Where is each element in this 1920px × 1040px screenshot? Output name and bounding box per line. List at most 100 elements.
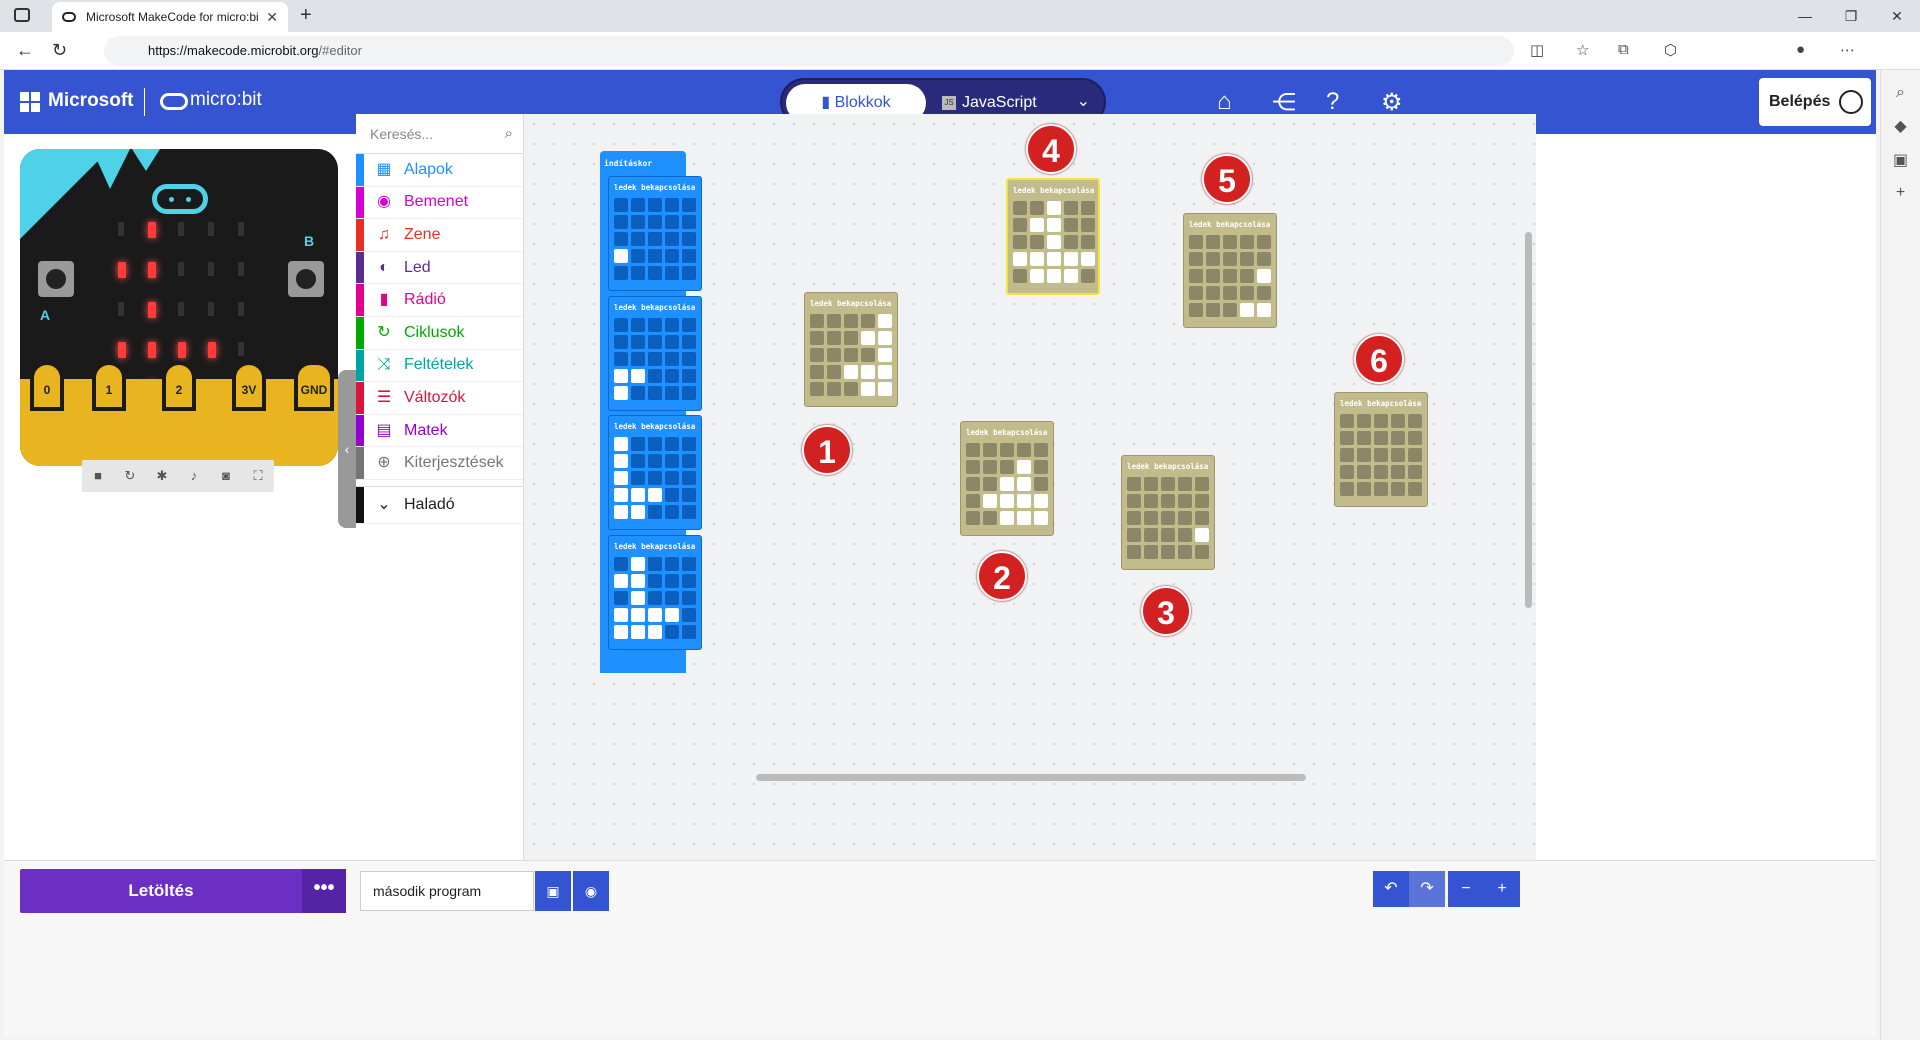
led-cell[interactable]: [1408, 448, 1422, 462]
led-cell[interactable]: [1127, 545, 1141, 559]
undo-icon[interactable]: ↶: [1373, 871, 1409, 907]
led-cell[interactable]: [682, 625, 696, 639]
screenshot-icon[interactable]: ◙: [210, 460, 242, 492]
restart-icon[interactable]: ↻: [114, 460, 146, 492]
led-cell[interactable]: [1178, 511, 1192, 525]
led-cell[interactable]: [665, 471, 679, 485]
led-cell[interactable]: [631, 574, 645, 588]
shopping-icon[interactable]: ◆: [1881, 116, 1920, 136]
window-close-icon[interactable]: ✕: [1874, 0, 1920, 32]
led-cell[interactable]: [631, 249, 645, 263]
led-cell[interactable]: [1013, 201, 1027, 215]
stacked-led-block[interactable]: ledek bekapcsolása: [608, 415, 702, 530]
led-cell[interactable]: [1034, 443, 1048, 457]
led-cell[interactable]: [614, 591, 628, 605]
led-cell[interactable]: [614, 488, 628, 502]
led-cell[interactable]: [614, 437, 628, 451]
led-cell[interactable]: [966, 460, 980, 474]
led-cell[interactable]: [1257, 269, 1271, 283]
led-cell[interactable]: [827, 382, 841, 396]
blocks-workspace[interactable]: indításkor ledek bekapcsolása ledek bekap…: [524, 114, 1536, 860]
pin-gnd[interactable]: GND: [294, 361, 334, 411]
led-cell[interactable]: [1030, 201, 1044, 215]
led-cell[interactable]: [1144, 494, 1158, 508]
led-cell[interactable]: [1178, 528, 1192, 542]
led-cell[interactable]: [1257, 286, 1271, 300]
led-cell[interactable]: [1127, 494, 1141, 508]
led-cell[interactable]: [1047, 201, 1061, 215]
tab-actions-icon[interactable]: [14, 8, 30, 22]
led-cell[interactable]: [1144, 545, 1158, 559]
led-cell[interactable]: [1240, 235, 1254, 249]
led-cell[interactable]: [1408, 482, 1422, 496]
led-cell[interactable]: [614, 318, 628, 332]
vertical-scrollbar[interactable]: [1525, 232, 1532, 608]
search-sidebar-icon[interactable]: ⌕: [1881, 84, 1920, 102]
led-cell[interactable]: [827, 348, 841, 362]
led-cell[interactable]: [1000, 494, 1014, 508]
led-cell[interactable]: [614, 557, 628, 571]
led-cell[interactable]: [1017, 511, 1031, 525]
category-8[interactable]: ▤ Matek: [356, 414, 523, 448]
category-7[interactable]: ☰ Változók: [356, 382, 523, 415]
led-cell[interactable]: [631, 454, 645, 468]
stop-icon[interactable]: ■: [82, 460, 114, 492]
led-cell[interactable]: [648, 249, 662, 263]
fullscreen-icon[interactable]: ⛶: [242, 460, 274, 492]
led-cell[interactable]: [1064, 201, 1078, 215]
pin-2[interactable]: 2: [162, 361, 196, 411]
led-cell[interactable]: [983, 477, 997, 491]
led-cell[interactable]: [810, 365, 824, 379]
led-cell[interactable]: [1047, 269, 1061, 283]
led-cell[interactable]: [648, 591, 662, 605]
stacked-led-block[interactable]: ledek bekapcsolása: [608, 535, 702, 650]
led-cell[interactable]: [1391, 431, 1405, 445]
refresh-icon[interactable]: ↻: [52, 40, 67, 61]
loose-led-block-6[interactable]: ledek bekapcsolása: [1334, 392, 1428, 507]
led-cell[interactable]: [1189, 286, 1203, 300]
led-cell[interactable]: [1017, 477, 1031, 491]
led-cell[interactable]: [1034, 477, 1048, 491]
led-cell[interactable]: [665, 369, 679, 383]
led-cell[interactable]: [631, 505, 645, 519]
url-field[interactable]: https://makecode.microbit.org/#editor: [104, 36, 1514, 66]
github-icon[interactable]: ◉: [573, 871, 609, 911]
led-cell[interactable]: [1374, 465, 1388, 479]
profile-icon[interactable]: ●: [1796, 41, 1805, 58]
led-cell[interactable]: [1013, 269, 1027, 283]
led-cell[interactable]: [861, 382, 875, 396]
led-cell[interactable]: [1144, 477, 1158, 491]
category-3[interactable]: ◐ Led: [356, 251, 523, 285]
led-cell[interactable]: [648, 352, 662, 366]
led-cell[interactable]: [1374, 482, 1388, 496]
led-cell[interactable]: [682, 471, 696, 485]
led-cell[interactable]: [1206, 303, 1220, 317]
led-cell[interactable]: [1064, 269, 1078, 283]
zoom-out-icon[interactable]: −: [1448, 871, 1484, 907]
led-cell[interactable]: [1357, 448, 1371, 462]
led-cell[interactable]: [648, 198, 662, 212]
led-cell[interactable]: [1064, 252, 1078, 266]
led-cell[interactable]: [1391, 465, 1405, 479]
led-cell[interactable]: [1030, 252, 1044, 266]
led-cell[interactable]: [614, 198, 628, 212]
led-cell[interactable]: [1357, 465, 1371, 479]
led-cell[interactable]: [648, 471, 662, 485]
led-cell[interactable]: [1223, 252, 1237, 266]
led-cell[interactable]: [1144, 528, 1158, 542]
share-icon[interactable]: ⋲: [1272, 88, 1296, 117]
led-cell[interactable]: [682, 232, 696, 246]
led-cell[interactable]: [665, 232, 679, 246]
led-cell[interactable]: [1408, 414, 1422, 428]
led-cell[interactable]: [1223, 235, 1237, 249]
led-cell[interactable]: [631, 591, 645, 605]
pin-1[interactable]: 1: [92, 361, 126, 411]
led-cell[interactable]: [1357, 482, 1371, 496]
led-cell[interactable]: [665, 198, 679, 212]
led-cell[interactable]: [1206, 235, 1220, 249]
project-name-input[interactable]: második program: [360, 871, 534, 911]
led-cell[interactable]: [1081, 201, 1095, 215]
led-cell[interactable]: [1000, 460, 1014, 474]
led-cell[interactable]: [682, 454, 696, 468]
led-cell[interactable]: [878, 331, 892, 345]
